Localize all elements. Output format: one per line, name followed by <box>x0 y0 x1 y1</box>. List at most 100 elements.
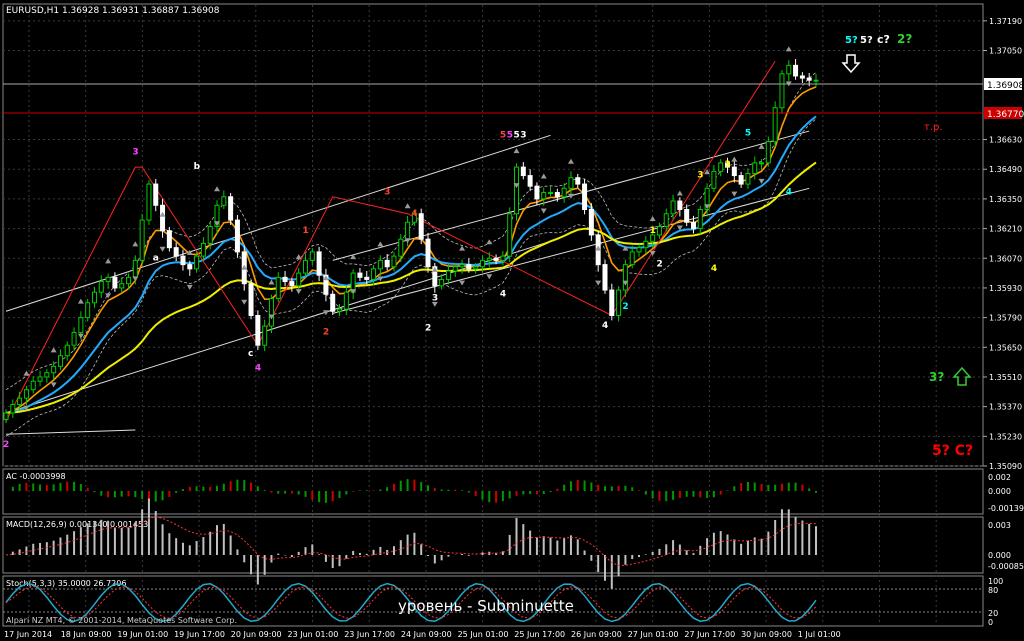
candle-body <box>71 331 77 346</box>
candle-body <box>663 213 669 227</box>
wave-label: 2 <box>622 302 628 312</box>
wave-label: 3 <box>725 160 731 170</box>
candle-body <box>738 175 744 185</box>
price-tick-label: 1.35370 <box>989 403 1022 412</box>
candle-body <box>473 266 479 270</box>
candle-body <box>527 175 533 187</box>
wave-label: 5 <box>745 128 751 138</box>
price-tick-label: 1.36070 <box>989 254 1022 263</box>
candle-body <box>132 259 138 278</box>
trading-chart[interactable]: 3bac412343245 5 5 34212343542 1.371901.3705… <box>0 0 1024 641</box>
candle-body <box>255 314 261 346</box>
wave-label: b <box>194 162 201 172</box>
candle-body <box>439 278 445 287</box>
annotation-c: c? <box>877 33 890 46</box>
candle-body <box>677 200 683 211</box>
candle-body <box>445 270 451 280</box>
time-tick-label: 24 Jun 09:00 <box>401 630 452 639</box>
wave-label: 3 <box>432 294 438 304</box>
candle-body <box>337 308 343 312</box>
candle-body <box>697 209 703 230</box>
candle-body <box>126 276 132 285</box>
copyright-text: Alpari NZ MT4, © 2001-2014, MetaQuotes S… <box>6 616 237 625</box>
candle-body <box>786 64 792 75</box>
time-tick-label: 30 Jun 09:00 <box>741 630 792 639</box>
candle-body <box>146 183 152 221</box>
wave-label: 2 <box>425 323 431 333</box>
wave-label: c <box>248 349 253 359</box>
candle-body <box>507 213 513 257</box>
candle-body <box>765 141 771 164</box>
price-tick-label: 1.36210 <box>989 225 1022 234</box>
time-tick-label: 19 Jun 17:00 <box>174 630 225 639</box>
candle-body <box>799 75 805 79</box>
candle-body <box>493 257 499 261</box>
candle-body <box>200 242 206 257</box>
price-tick-label: 1.37050 <box>989 47 1022 56</box>
candle-body <box>282 276 288 283</box>
time-tick-label: 18 Jun 09:00 <box>61 630 112 639</box>
candle-body <box>78 317 84 333</box>
wave-label: 3 <box>132 147 138 157</box>
main-header: EURUSD,H1 1.36928 1.36931 1.36887 1.3690… <box>6 6 220 16</box>
candle-body <box>568 177 574 189</box>
price-tick-label: 1.35230 <box>989 432 1022 441</box>
ac-tick: 0.002 <box>988 473 1011 482</box>
candle-body <box>371 268 377 280</box>
annotation-2: 2? <box>897 32 912 46</box>
candle-body <box>459 264 465 268</box>
annotation-5b: 5? <box>860 35 873 46</box>
candle-body <box>684 209 690 223</box>
candle-body <box>85 302 91 319</box>
candle-body <box>221 196 227 206</box>
price-tick-label: 1.35090 <box>989 462 1022 471</box>
ac-tick: 0.000 <box>988 487 1011 496</box>
candle-body <box>514 166 520 215</box>
candle-body <box>289 281 295 287</box>
wave-label: 5 <box>507 130 513 140</box>
candle-body <box>466 264 472 270</box>
candle-body <box>207 225 213 244</box>
candle-body <box>173 247 179 257</box>
stoch-tick: 100 <box>988 577 1003 586</box>
candle-body <box>602 264 608 291</box>
candle-body <box>44 372 50 378</box>
price-tick-label: 1.35650 <box>989 343 1022 352</box>
candle-body <box>520 166 526 177</box>
price-tick-label: 1.36630 <box>989 136 1022 145</box>
annotation-5: 5? <box>845 35 858 46</box>
candle-body <box>316 251 322 276</box>
candle-body <box>718 162 724 172</box>
price-tick-label: 1.35930 <box>989 284 1022 293</box>
candle-body <box>330 293 336 312</box>
candle-body <box>23 389 29 399</box>
candle-body <box>275 276 281 300</box>
candle-body <box>609 289 615 316</box>
stoch-tick: 0 <box>988 618 993 627</box>
wave-label: a <box>153 253 159 263</box>
time-tick-label: 20 Jun 09:00 <box>231 630 282 639</box>
candle-body <box>616 289 622 316</box>
wave-label: 5 <box>500 130 506 140</box>
candle-body <box>180 255 186 266</box>
time-tick-label: 25 Jun 17:00 <box>514 630 565 639</box>
candle-body <box>91 291 97 304</box>
candle-body <box>711 170 717 189</box>
candle-body <box>10 404 16 414</box>
time-axis: 17 Jun 2014 18 Jun 09:00 19 Jun 01:00 19 Ju… <box>4 630 841 639</box>
wave-label: 4 <box>411 209 417 219</box>
candle-body <box>418 213 424 240</box>
candle-body <box>452 266 458 272</box>
candle-body <box>643 240 649 249</box>
wave-label: 3 <box>384 188 390 198</box>
candle-body <box>166 230 172 249</box>
annotation-3: 3? <box>929 370 944 384</box>
time-tick-label: 1 Jul 01:00 <box>798 630 841 639</box>
wave-label: 4 <box>711 264 717 274</box>
current-price-label: 1.36908 <box>987 81 1024 91</box>
wave-label: 4 <box>602 321 608 331</box>
candle-body <box>670 200 676 215</box>
candle-body <box>656 225 662 236</box>
candle-body <box>752 162 758 174</box>
candle-body <box>650 234 656 242</box>
